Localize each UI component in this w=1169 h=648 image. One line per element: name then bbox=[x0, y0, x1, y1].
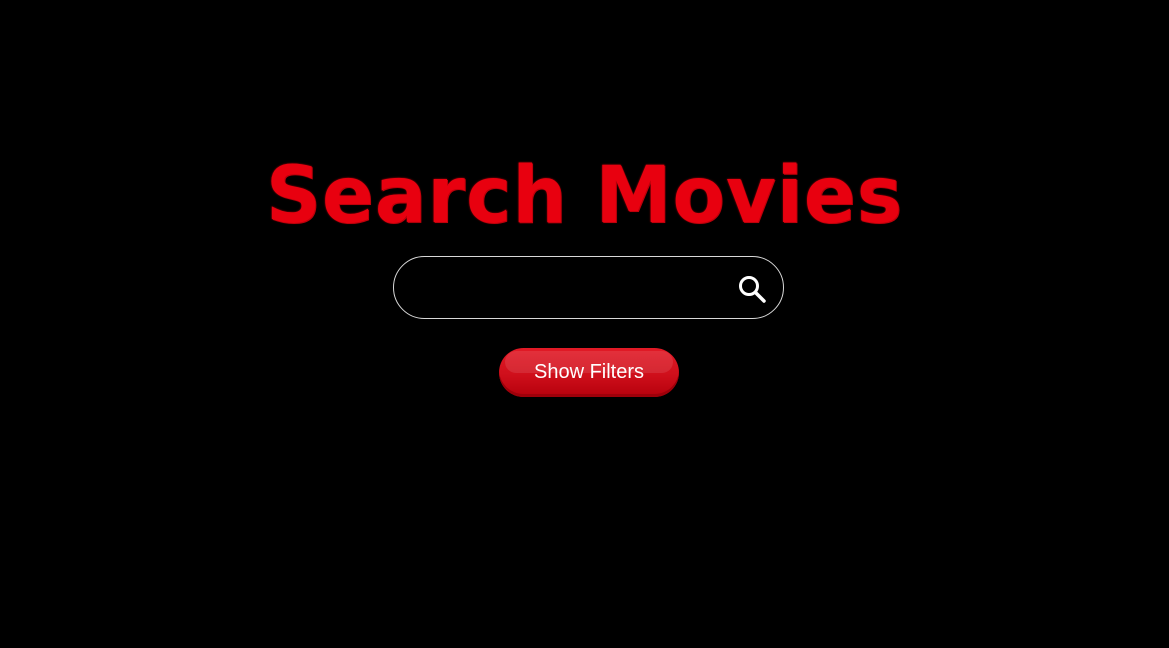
search-input[interactable] bbox=[416, 269, 720, 307]
show-filters-button[interactable]: Show Filters bbox=[499, 348, 679, 397]
page: Search Movies Show Filters bbox=[0, 0, 1169, 648]
page-title: Search Movies bbox=[265, 151, 904, 241]
search-icon[interactable] bbox=[737, 274, 767, 304]
search-bar bbox=[393, 256, 784, 319]
show-filters-label: Show Filters bbox=[533, 361, 645, 383]
